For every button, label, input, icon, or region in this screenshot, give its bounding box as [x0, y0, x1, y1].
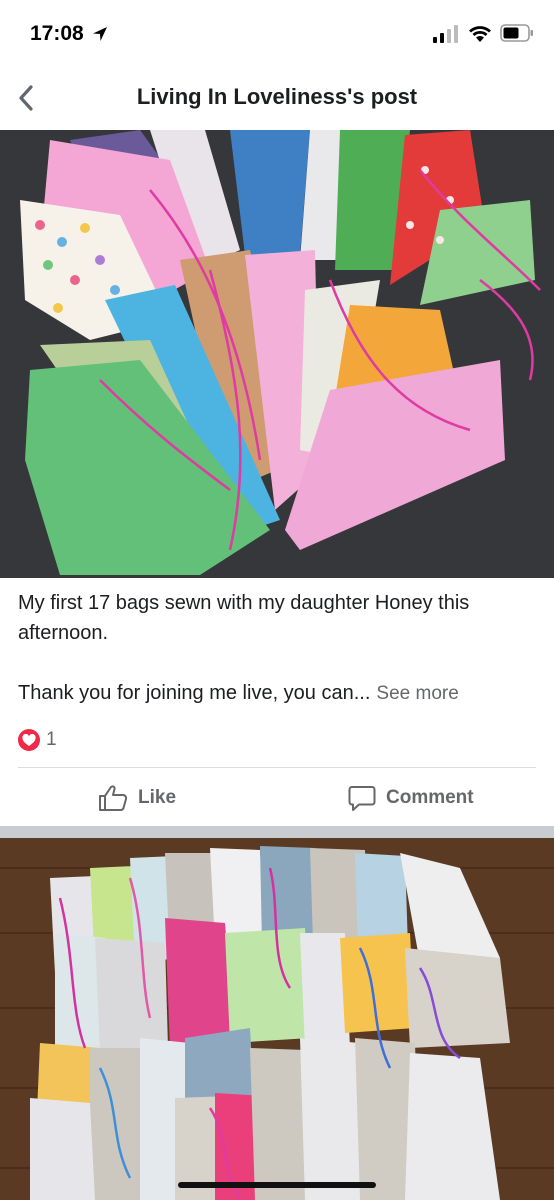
like-label: Like	[138, 787, 177, 808]
status-bar: 17:08	[0, 0, 554, 70]
see-more-link[interactable]: See more	[376, 683, 458, 704]
status-time: 17:08	[30, 22, 84, 45]
comment-bubble-icon	[348, 786, 376, 811]
post-text: My first 17 bags sewn with my daughter H…	[18, 588, 538, 709]
like-button[interactable]: Like	[98, 783, 176, 813]
post-text-line-2: Thank you for joining me live, you can..…	[18, 678, 538, 709]
page-title: Living In Loveliness's post	[136, 84, 418, 109]
reaction-count: 1	[46, 729, 57, 750]
love-reaction-icon	[18, 729, 40, 751]
home-indicator[interactable]	[178, 1182, 376, 1188]
thumbs-up-icon	[99, 785, 128, 811]
cellular-signal-icon	[433, 25, 458, 43]
comment-label: Comment	[386, 787, 474, 808]
post-text-line-2-content: Thank you for joining me live, you can..…	[18, 682, 371, 704]
nav-header: Living In Loveliness's post	[0, 70, 554, 130]
wifi-icon	[469, 26, 491, 42]
divider	[18, 767, 536, 768]
comment-button[interactable]: Comment	[348, 783, 474, 813]
drawstring-bags-fan-photo[interactable]	[0, 130, 554, 578]
reactions-summary[interactable]: 1	[18, 728, 57, 752]
battery-icon	[500, 24, 533, 42]
drawstring-bags-on-floor-photo[interactable]	[0, 838, 554, 1200]
post-text-line-1: My first 17 bags sewn with my daughter H…	[18, 592, 470, 644]
location-arrow-icon	[93, 27, 107, 41]
feed-separator	[0, 826, 554, 838]
